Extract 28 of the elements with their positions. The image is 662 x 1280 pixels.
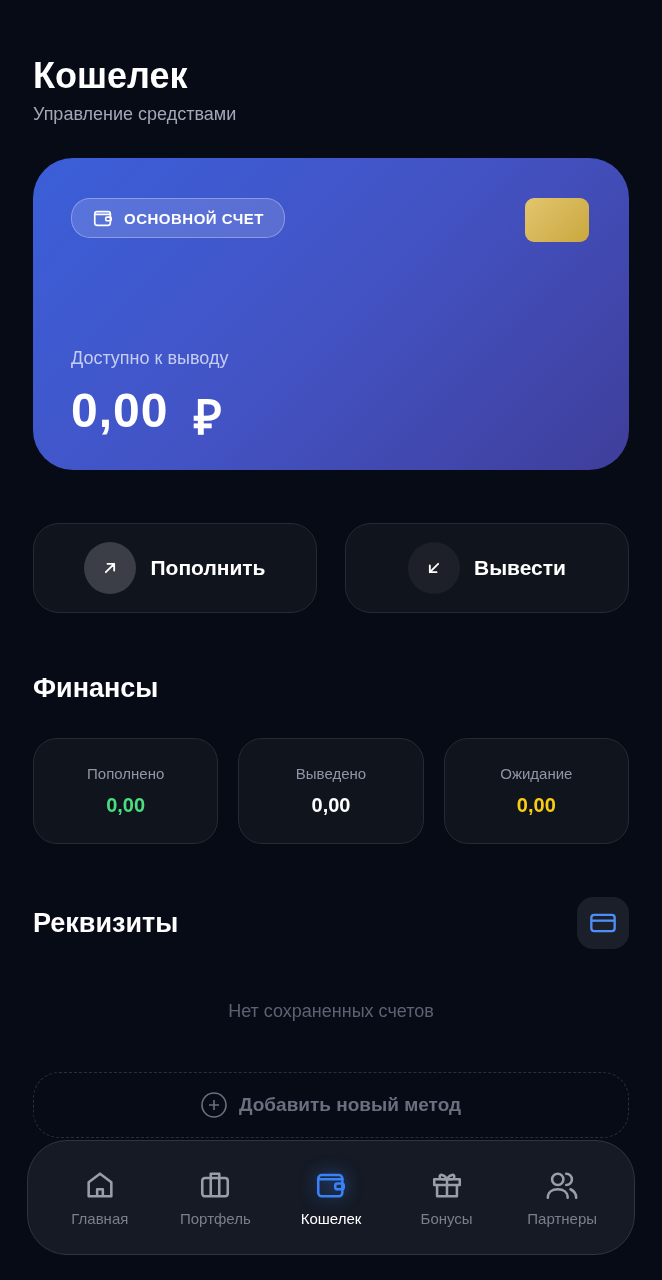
nav-tab[interactable]: Главная [42, 1162, 158, 1233]
arrow-down-left-icon [408, 542, 460, 594]
stat-value: 0,00 [106, 794, 146, 817]
card-icon[interactable] [577, 897, 629, 949]
stat-value: 0,00 [311, 794, 351, 817]
balance-amount: 0,00 [71, 383, 169, 439]
stat-label: Выведено [295, 765, 367, 782]
withdraw-button[interactable]: Вывести [345, 523, 629, 613]
stat-label: Пополнено [87, 765, 165, 782]
nav-tab[interactable]: Бонусы [388, 1162, 505, 1233]
stat-value: 0,00 [516, 794, 556, 817]
add-method-button[interactable]: Добавить новый метод [33, 1072, 629, 1138]
card-chip-icon [525, 198, 589, 242]
arrow-up-right-icon [84, 542, 137, 594]
section-title: Финансы [33, 672, 160, 704]
section-title: Реквизиты [33, 907, 179, 939]
page-subtitle: Управление средствами [33, 104, 238, 125]
nav-tab[interactable]: Кошелек [273, 1162, 389, 1233]
balance-label: Доступно к выводу [71, 348, 230, 369]
nav-tab[interactable]: Портфель [157, 1162, 274, 1233]
deposit-button[interactable]: Пополнить [33, 523, 317, 613]
account-badge: ОСНОВНОЙ СЧЕТ [71, 198, 285, 238]
stat-label: Ожидание [500, 765, 573, 782]
currency-sign: ₽ [194, 390, 224, 446]
nav-tab[interactable]: Партнеры [504, 1162, 620, 1233]
empty-message: Нет сохраненных счетов [227, 1001, 435, 1022]
page-title: Кошелек [33, 56, 189, 96]
plus-circle-icon [200, 1092, 227, 1118]
